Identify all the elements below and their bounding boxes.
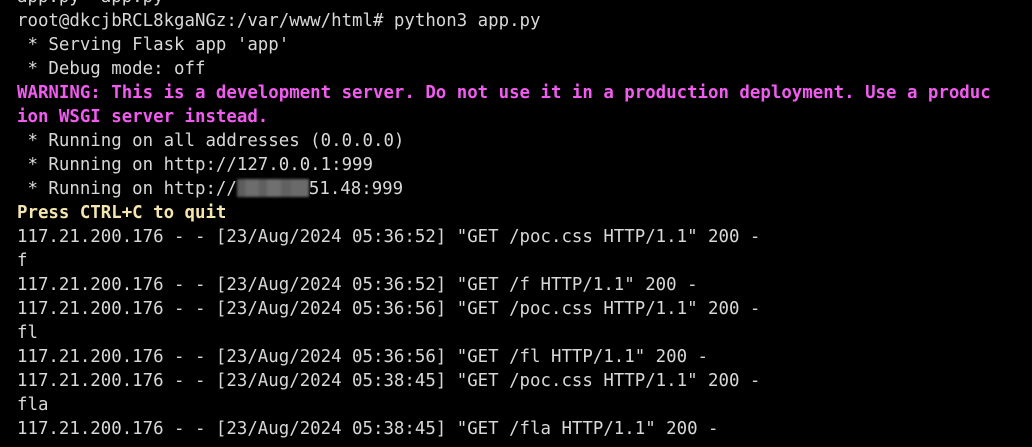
running-public-line: * Running on http:// 51.48:999 [17, 177, 1032, 201]
warning-line-2: ion WSGI server instead. [17, 107, 269, 127]
flask-serving-line: * Serving Flask app 'app' [17, 35, 290, 55]
redacted-ip-block [236, 179, 309, 197]
terminal-output: app.py app.py root@dkcjbRCL8kgaNGz:/var/… [17, 0, 1032, 441]
previous-command-line: app.py app.py [17, 0, 1032, 9]
log-line: 117.21.200.176 - - [23/Aug/2024 05:36:52… [17, 227, 761, 247]
shell-prompt-line: root@dkcjbRCL8kgaNGz:/var/www/html# pyth… [17, 11, 541, 31]
flask-debug-line: * Debug mode: off [17, 59, 206, 79]
log-line: 117.21.200.176 - - [23/Aug/2024 05:38:45… [17, 419, 719, 439]
terminal-window[interactable]: app.py app.py root@dkcjbRCL8kgaNGz:/var/… [0, 0, 1032, 447]
running-public-prefix: * Running on http:// [17, 179, 237, 199]
log-line: 117.21.200.176 - - [23/Aug/2024 05:36:56… [17, 347, 709, 367]
log-line: 117.21.200.176 - - [23/Aug/2024 05:36:52… [17, 275, 698, 295]
log-line: 117.21.200.176 - - [23/Aug/2024 05:38:45… [17, 371, 761, 391]
running-localhost-line: * Running on http://127.0.0.1:999 [17, 155, 373, 175]
log-output-line: fl [17, 323, 38, 343]
log-line: 117.21.200.176 - - [23/Aug/2024 05:36:56… [17, 299, 761, 319]
log-output-line: fla [17, 395, 49, 415]
running-public-suffix: 51.48:999 [308, 179, 404, 199]
log-output-line: f [17, 251, 28, 271]
quit-hint-line: Press CTRL+C to quit [17, 203, 227, 223]
running-all-addresses-line: * Running on all addresses (0.0.0.0) [17, 131, 405, 151]
warning-line-1: WARNING: This is a development server. D… [17, 83, 991, 103]
